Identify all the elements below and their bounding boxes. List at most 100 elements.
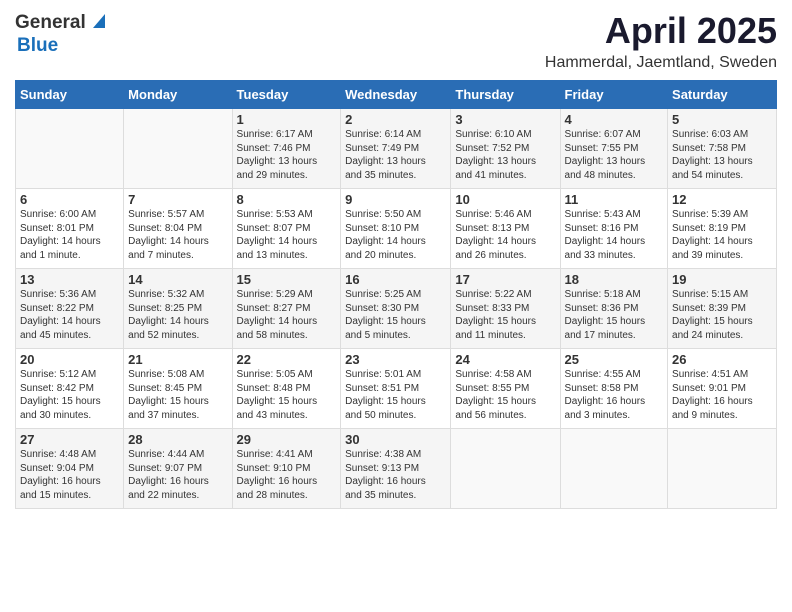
header-day: Wednesday (341, 81, 451, 109)
day-number: 24 (455, 352, 555, 367)
cell-info: Sunrise: 6:07 AM Sunset: 7:55 PM Dayligh… (565, 128, 664, 182)
calendar-cell: 12Sunrise: 5:39 AM Sunset: 8:19 PM Dayli… (668, 189, 777, 269)
cell-info: Sunrise: 5:01 AM Sunset: 8:51 PM Dayligh… (345, 368, 446, 422)
day-number: 12 (672, 192, 772, 207)
cell-info: Sunrise: 4:44 AM Sunset: 9:07 PM Dayligh… (128, 448, 227, 502)
calendar-table: SundayMondayTuesdayWednesdayThursdayFrid… (15, 80, 777, 509)
cell-info: Sunrise: 5:22 AM Sunset: 8:33 PM Dayligh… (455, 288, 555, 342)
header-day: Friday (560, 81, 668, 109)
day-number: 26 (672, 352, 772, 367)
title-section: April 2025 Hammerdal, Jaemtland, Sweden (545, 10, 777, 72)
calendar-row: 27Sunrise: 4:48 AM Sunset: 9:04 PM Dayli… (16, 429, 777, 509)
calendar-cell: 4Sunrise: 6:07 AM Sunset: 7:55 PM Daylig… (560, 109, 668, 189)
day-number: 2 (345, 112, 446, 127)
calendar-cell (16, 109, 124, 189)
cell-info: Sunrise: 4:48 AM Sunset: 9:04 PM Dayligh… (20, 448, 119, 502)
cell-info: Sunrise: 5:50 AM Sunset: 8:10 PM Dayligh… (345, 208, 446, 262)
cell-info: Sunrise: 4:41 AM Sunset: 9:10 PM Dayligh… (237, 448, 337, 502)
calendar-cell (124, 109, 232, 189)
calendar-cell: 30Sunrise: 4:38 AM Sunset: 9:13 PM Dayli… (341, 429, 451, 509)
day-number: 7 (128, 192, 227, 207)
page: General Blue April 2025 Hammerdal, Jaemt… (0, 0, 792, 519)
cell-info: Sunrise: 5:05 AM Sunset: 8:48 PM Dayligh… (237, 368, 337, 422)
calendar-cell: 15Sunrise: 5:29 AM Sunset: 8:27 PM Dayli… (232, 269, 341, 349)
calendar-cell: 1Sunrise: 6:17 AM Sunset: 7:46 PM Daylig… (232, 109, 341, 189)
cell-info: Sunrise: 5:25 AM Sunset: 8:30 PM Dayligh… (345, 288, 446, 342)
cell-info: Sunrise: 6:00 AM Sunset: 8:01 PM Dayligh… (20, 208, 119, 262)
calendar-cell: 27Sunrise: 4:48 AM Sunset: 9:04 PM Dayli… (16, 429, 124, 509)
day-number: 9 (345, 192, 446, 207)
calendar-cell: 5Sunrise: 6:03 AM Sunset: 7:58 PM Daylig… (668, 109, 777, 189)
day-number: 21 (128, 352, 227, 367)
day-number: 29 (237, 432, 337, 447)
cell-info: Sunrise: 6:17 AM Sunset: 7:46 PM Dayligh… (237, 128, 337, 182)
cell-info: Sunrise: 5:39 AM Sunset: 8:19 PM Dayligh… (672, 208, 772, 262)
day-number: 13 (20, 272, 119, 287)
day-number: 15 (237, 272, 337, 287)
logo-general-text: General (15, 12, 86, 34)
calendar-cell (668, 429, 777, 509)
calendar-cell: 16Sunrise: 5:25 AM Sunset: 8:30 PM Dayli… (341, 269, 451, 349)
logo-icon (89, 10, 109, 30)
cell-info: Sunrise: 5:46 AM Sunset: 8:13 PM Dayligh… (455, 208, 555, 262)
header-day: Sunday (16, 81, 124, 109)
cell-info: Sunrise: 5:43 AM Sunset: 8:16 PM Dayligh… (565, 208, 664, 262)
calendar-cell: 21Sunrise: 5:08 AM Sunset: 8:45 PM Dayli… (124, 349, 232, 429)
cell-info: Sunrise: 5:18 AM Sunset: 8:36 PM Dayligh… (565, 288, 664, 342)
calendar-cell: 18Sunrise: 5:18 AM Sunset: 8:36 PM Dayli… (560, 269, 668, 349)
calendar-cell: 20Sunrise: 5:12 AM Sunset: 8:42 PM Dayli… (16, 349, 124, 429)
day-number: 27 (20, 432, 119, 447)
cell-info: Sunrise: 5:12 AM Sunset: 8:42 PM Dayligh… (20, 368, 119, 422)
cell-info: Sunrise: 4:38 AM Sunset: 9:13 PM Dayligh… (345, 448, 446, 502)
day-number: 17 (455, 272, 555, 287)
cell-info: Sunrise: 5:29 AM Sunset: 8:27 PM Dayligh… (237, 288, 337, 342)
calendar-cell: 23Sunrise: 5:01 AM Sunset: 8:51 PM Dayli… (341, 349, 451, 429)
day-number: 4 (565, 112, 664, 127)
calendar-cell: 3Sunrise: 6:10 AM Sunset: 7:52 PM Daylig… (451, 109, 560, 189)
calendar-cell: 28Sunrise: 4:44 AM Sunset: 9:07 PM Dayli… (124, 429, 232, 509)
logo-blue-text: Blue (17, 35, 58, 56)
calendar-cell: 26Sunrise: 4:51 AM Sunset: 9:01 PM Dayli… (668, 349, 777, 429)
day-number: 1 (237, 112, 337, 127)
calendar-cell: 29Sunrise: 4:41 AM Sunset: 9:10 PM Dayli… (232, 429, 341, 509)
header-row: SundayMondayTuesdayWednesdayThursdayFrid… (16, 81, 777, 109)
cell-info: Sunrise: 4:55 AM Sunset: 8:58 PM Dayligh… (565, 368, 664, 422)
calendar-cell: 13Sunrise: 5:36 AM Sunset: 8:22 PM Dayli… (16, 269, 124, 349)
header-day: Monday (124, 81, 232, 109)
day-number: 28 (128, 432, 227, 447)
calendar-row: 20Sunrise: 5:12 AM Sunset: 8:42 PM Dayli… (16, 349, 777, 429)
day-number: 23 (345, 352, 446, 367)
day-number: 11 (565, 192, 664, 207)
calendar-row: 1Sunrise: 6:17 AM Sunset: 7:46 PM Daylig… (16, 109, 777, 189)
calendar-cell: 25Sunrise: 4:55 AM Sunset: 8:58 PM Dayli… (560, 349, 668, 429)
cell-info: Sunrise: 6:10 AM Sunset: 7:52 PM Dayligh… (455, 128, 555, 182)
day-number: 19 (672, 272, 772, 287)
calendar-cell: 2Sunrise: 6:14 AM Sunset: 7:49 PM Daylig… (341, 109, 451, 189)
calendar-cell: 14Sunrise: 5:32 AM Sunset: 8:25 PM Dayli… (124, 269, 232, 349)
day-number: 16 (345, 272, 446, 287)
calendar-cell: 8Sunrise: 5:53 AM Sunset: 8:07 PM Daylig… (232, 189, 341, 269)
day-number: 30 (345, 432, 446, 447)
day-number: 20 (20, 352, 119, 367)
calendar-cell: 7Sunrise: 5:57 AM Sunset: 8:04 PM Daylig… (124, 189, 232, 269)
header-day: Thursday (451, 81, 560, 109)
cell-info: Sunrise: 6:14 AM Sunset: 7:49 PM Dayligh… (345, 128, 446, 182)
day-number: 14 (128, 272, 227, 287)
header: General Blue April 2025 Hammerdal, Jaemt… (15, 10, 777, 72)
day-number: 5 (672, 112, 772, 127)
calendar-cell: 24Sunrise: 4:58 AM Sunset: 8:55 PM Dayli… (451, 349, 560, 429)
calendar-cell: 9Sunrise: 5:50 AM Sunset: 8:10 PM Daylig… (341, 189, 451, 269)
cell-info: Sunrise: 5:32 AM Sunset: 8:25 PM Dayligh… (128, 288, 227, 342)
calendar-row: 6Sunrise: 6:00 AM Sunset: 8:01 PM Daylig… (16, 189, 777, 269)
calendar-cell: 19Sunrise: 5:15 AM Sunset: 8:39 PM Dayli… (668, 269, 777, 349)
calendar-cell: 10Sunrise: 5:46 AM Sunset: 8:13 PM Dayli… (451, 189, 560, 269)
cell-info: Sunrise: 4:51 AM Sunset: 9:01 PM Dayligh… (672, 368, 772, 422)
cell-info: Sunrise: 4:58 AM Sunset: 8:55 PM Dayligh… (455, 368, 555, 422)
day-number: 8 (237, 192, 337, 207)
calendar-cell (451, 429, 560, 509)
cell-info: Sunrise: 5:53 AM Sunset: 8:07 PM Dayligh… (237, 208, 337, 262)
month-title: April 2025 (545, 10, 777, 52)
cell-info: Sunrise: 5:08 AM Sunset: 8:45 PM Dayligh… (128, 368, 227, 422)
cell-info: Sunrise: 5:15 AM Sunset: 8:39 PM Dayligh… (672, 288, 772, 342)
calendar-row: 13Sunrise: 5:36 AM Sunset: 8:22 PM Dayli… (16, 269, 777, 349)
